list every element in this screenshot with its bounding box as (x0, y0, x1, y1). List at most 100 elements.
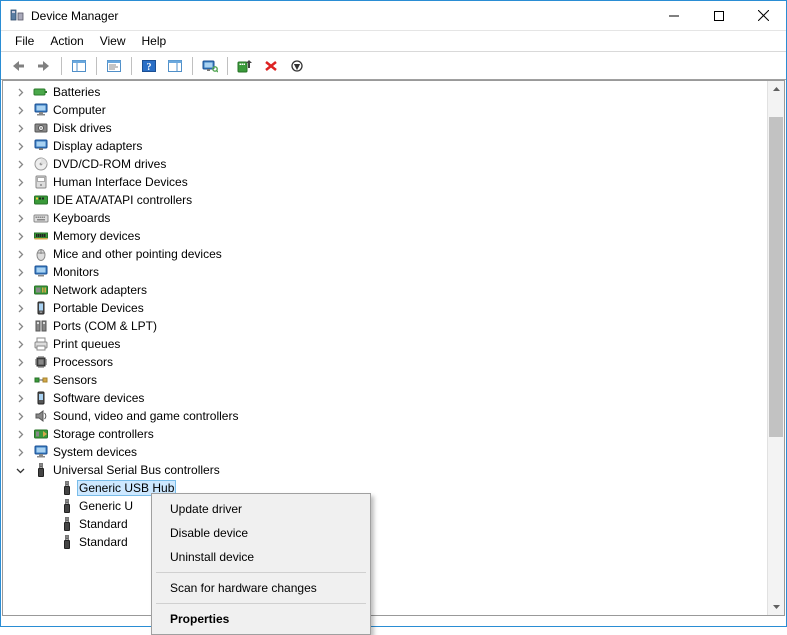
chevron-right-icon[interactable] (14, 86, 27, 99)
tree-node[interactable]: Generic U (5, 497, 767, 515)
tree-node[interactable]: System devices (5, 443, 767, 461)
context-menu-item[interactable]: Disable device (154, 521, 368, 545)
back-button[interactable] (7, 55, 29, 77)
cpu-icon (33, 354, 49, 370)
context-menu-separator (156, 572, 366, 573)
tree-node[interactable]: Software devices (5, 389, 767, 407)
tree-node[interactable]: Monitors (5, 263, 767, 281)
system-icon (33, 444, 49, 460)
usb-icon (59, 534, 75, 550)
tree-node-label: Ports (COM & LPT) (53, 319, 157, 333)
tree-node-label: Universal Serial Bus controllers (53, 463, 220, 477)
toolbar-separator (61, 57, 62, 75)
chevron-right-icon[interactable] (14, 374, 27, 387)
tree-node-label: Sensors (53, 373, 97, 387)
chevron-right-icon[interactable] (14, 248, 27, 261)
scroll-thumb[interactable] (769, 117, 783, 437)
close-button[interactable] (741, 1, 786, 30)
tree-node[interactable]: Standard (5, 515, 767, 533)
sound-icon (33, 408, 49, 424)
storage-icon (33, 426, 49, 442)
chevron-right-icon[interactable] (14, 356, 27, 369)
update-driver-button[interactable] (234, 55, 256, 77)
tree-node[interactable]: DVD/CD-ROM drives (5, 155, 767, 173)
tree-node-label: Memory devices (53, 229, 140, 243)
scroll-up-icon[interactable] (768, 81, 785, 98)
tree-node[interactable]: Generic USB Hub (5, 479, 767, 497)
chevron-right-icon[interactable] (14, 140, 27, 153)
context-menu-item[interactable]: Scan for hardware changes (154, 576, 368, 600)
chevron-right-icon[interactable] (14, 176, 27, 189)
context-menu-item[interactable]: Update driver (154, 497, 368, 521)
tree-node[interactable]: Memory devices (5, 227, 767, 245)
context-menu-item[interactable]: Uninstall device (154, 545, 368, 569)
tree-node[interactable]: Storage controllers (5, 425, 767, 443)
tree-node[interactable]: Standard (5, 533, 767, 551)
chevron-down-icon[interactable] (14, 464, 27, 477)
context-menu-item[interactable]: Properties (154, 607, 368, 631)
usb-icon (59, 516, 75, 532)
chevron-right-icon[interactable] (14, 158, 27, 171)
chevron-right-icon[interactable] (14, 194, 27, 207)
tree-node[interactable]: Display adapters (5, 137, 767, 155)
tree-node[interactable]: Ports (COM & LPT) (5, 317, 767, 335)
tree-node[interactable]: Universal Serial Bus controllers (5, 461, 767, 479)
show-hide-console-tree-button[interactable] (68, 55, 90, 77)
menu-help[interactable]: Help (134, 32, 175, 50)
chevron-right-icon[interactable] (14, 284, 27, 297)
tree-node-label: Standard (79, 517, 128, 531)
chevron-right-icon[interactable] (14, 410, 27, 423)
disable-device-button[interactable] (286, 55, 308, 77)
tree-node[interactable]: Portable Devices (5, 299, 767, 317)
software-icon (33, 390, 49, 406)
scan-for-hardware-changes-button[interactable] (199, 55, 221, 77)
tree-node[interactable]: Print queues (5, 335, 767, 353)
usb-icon (59, 480, 75, 496)
chevron-right-icon[interactable] (14, 212, 27, 225)
chevron-right-icon[interactable] (14, 266, 27, 279)
forward-button[interactable] (33, 55, 55, 77)
tree-node[interactable]: Computer (5, 101, 767, 119)
menu-file[interactable]: File (7, 32, 42, 50)
tree-node-label: Display adapters (53, 139, 142, 153)
toolbar-separator (227, 57, 228, 75)
action-pane-button[interactable] (164, 55, 186, 77)
tree-node[interactable]: Keyboards (5, 209, 767, 227)
tree-node[interactable]: Network adapters (5, 281, 767, 299)
minimize-button[interactable] (651, 1, 696, 30)
tree-node[interactable]: Mice and other pointing devices (5, 245, 767, 263)
chevron-right-icon[interactable] (14, 320, 27, 333)
chevron-right-icon[interactable] (14, 428, 27, 441)
monitor-icon (33, 264, 49, 280)
menu-action[interactable]: Action (42, 32, 91, 50)
uninstall-device-button[interactable] (260, 55, 282, 77)
app-icon (9, 8, 25, 24)
maximize-button[interactable] (696, 1, 741, 30)
portable-icon (33, 300, 49, 316)
chevron-right-icon[interactable] (14, 446, 27, 459)
chevron-right-icon[interactable] (14, 338, 27, 351)
tree-node[interactable]: Sensors (5, 371, 767, 389)
tree-node[interactable]: Batteries (5, 83, 767, 101)
chevron-right-icon[interactable] (14, 302, 27, 315)
tree-node[interactable]: Sound, video and game controllers (5, 407, 767, 425)
tree-node-label: Mice and other pointing devices (53, 247, 222, 261)
tree-node-label: Disk drives (53, 121, 112, 135)
menu-view[interactable]: View (92, 32, 134, 50)
tree-node[interactable]: Processors (5, 353, 767, 371)
device-tree[interactable]: BatteriesComputer Disk drives Display adap… (3, 81, 767, 615)
tree-node[interactable]: Disk drives (5, 119, 767, 137)
vertical-scrollbar[interactable] (767, 81, 784, 615)
chevron-right-icon[interactable] (14, 122, 27, 135)
properties-button[interactable] (103, 55, 125, 77)
help-button[interactable]: ? (138, 55, 160, 77)
chevron-right-icon[interactable] (14, 230, 27, 243)
titlebar[interactable]: Device Manager (1, 1, 786, 31)
tree-node[interactable]: Human Interface Devices (5, 173, 767, 191)
tree-node-label: Portable Devices (53, 301, 144, 315)
context-menu-separator (156, 603, 366, 604)
tree-node[interactable]: IDE ATA/ATAPI controllers (5, 191, 767, 209)
chevron-right-icon[interactable] (14, 104, 27, 117)
scroll-down-icon[interactable] (768, 598, 785, 615)
chevron-right-icon[interactable] (14, 392, 27, 405)
